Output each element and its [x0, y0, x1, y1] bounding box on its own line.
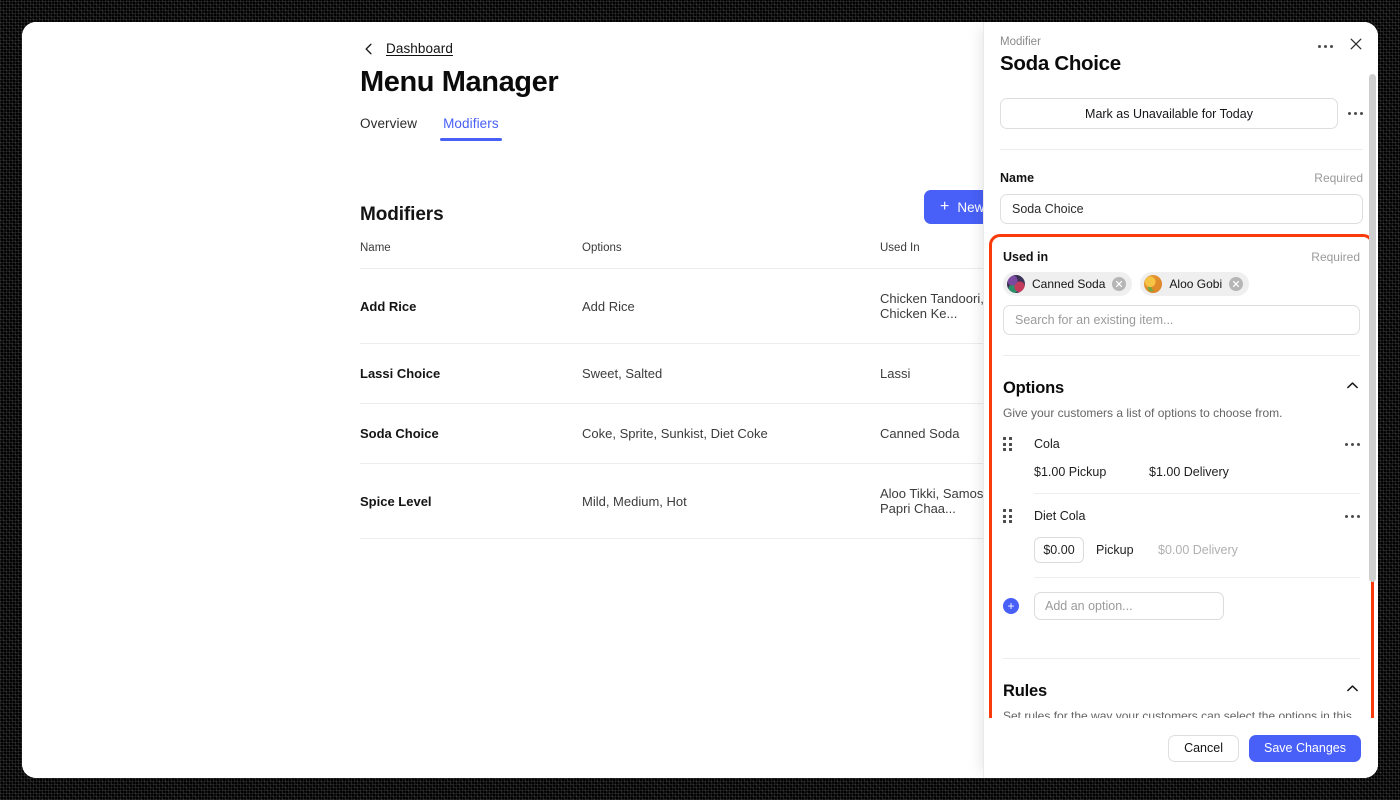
option-pickup-price-input[interactable] [1034, 537, 1084, 564]
panel-title: Soda Choice [1000, 52, 1121, 75]
cell-options: Coke, Sprite, Sunkist, Diet Coke [582, 403, 880, 464]
used-in-chip-label: Aloo Gobi [1169, 277, 1223, 291]
name-input[interactable] [1000, 194, 1363, 224]
cell-name: Add Rice [360, 268, 582, 344]
add-option-plus-icon[interactable]: + [1003, 598, 1019, 615]
availability-more-options-icon[interactable] [1348, 112, 1363, 115]
name-field-label: Name [1000, 171, 1035, 185]
plus-icon: + [940, 198, 950, 215]
used-in-chip[interactable]: Aloo Gobi [1140, 272, 1250, 296]
cell-options: Add Rice [582, 268, 880, 344]
option-price-row: Pickup $0.00 Delivery [1034, 537, 1360, 579]
app-window: Dashboard Menu Manager Overview Modifier… [22, 22, 1378, 778]
used-in-chip[interactable]: Canned Soda [1003, 272, 1133, 296]
chevron-up-icon[interactable] [1345, 681, 1360, 701]
panel-footer: Cancel Save Changes [984, 718, 1378, 778]
column-header-options: Options [582, 242, 622, 254]
tab-bar: Overview Modifiers [360, 116, 502, 141]
panel-scrollbar-thumb[interactable] [1369, 74, 1376, 582]
divider [1003, 658, 1360, 660]
table-row[interactable]: Soda Choice Coke, Sprite, Sunkist, Diet … [360, 403, 1020, 464]
option-name: Cola [1034, 437, 1060, 452]
cell-name: Spice Level [360, 463, 582, 539]
column-header-name: Name [360, 242, 391, 254]
add-option-input[interactable] [1034, 592, 1224, 621]
divider [1003, 355, 1360, 356]
tab-modifiers[interactable]: Modifiers [440, 116, 502, 141]
section-title: Modifiers [360, 204, 444, 225]
option-delivery-price[interactable]: $1.00 Delivery [1149, 465, 1229, 479]
panel-header-actions [1318, 36, 1363, 56]
option-more-options-icon[interactable] [1345, 442, 1360, 446]
option-more-options-icon[interactable] [1345, 514, 1360, 518]
mark-unavailable-button[interactable]: Mark as Unavailable for Today [1000, 98, 1338, 129]
modifier-detail-panel: Modifier Soda Choice Mark as Unavailable… [983, 22, 1378, 778]
name-field-required-badge: Required [1314, 171, 1363, 185]
used-in-required-badge: Required [1311, 250, 1360, 264]
remove-chip-icon[interactable] [1229, 277, 1244, 291]
chevron-left-icon[interactable] [362, 42, 376, 56]
options-section-subtitle: Give your customers a list of options to… [1003, 406, 1283, 420]
table-row[interactable]: Spice Level Mild, Medium, Hot Aloo Tikki… [360, 463, 1020, 539]
cell-options: Mild, Medium, Hot [582, 463, 880, 539]
option-delivery-price[interactable]: $0.00 Delivery [1158, 543, 1238, 557]
rules-section-header: Rules [1003, 681, 1360, 701]
panel-header: Modifier Soda Choice [1000, 22, 1363, 76]
rules-section-title: Rules [1003, 681, 1047, 700]
item-thumbnail-icon [1144, 275, 1163, 293]
used-in-label: Used in [1003, 250, 1049, 264]
drag-handle-icon[interactable] [1003, 437, 1014, 452]
availability-row: Mark as Unavailable for Today [1000, 98, 1363, 129]
panel-more-options-icon[interactable] [1318, 45, 1333, 48]
close-icon[interactable] [1349, 37, 1363, 56]
option-row[interactable]: Cola [1003, 437, 1360, 452]
drag-handle-icon[interactable] [1003, 509, 1014, 524]
option-row[interactable]: Diet Cola [1003, 509, 1360, 524]
modifiers-table: Name Options Used In Add Rice Add Rice C… [360, 242, 1020, 539]
cancel-button[interactable]: Cancel [1168, 734, 1239, 762]
screenshot-frame: Dashboard Menu Manager Overview Modifier… [0, 0, 1400, 800]
panel-scrollbar-track[interactable] [1369, 74, 1376, 690]
tab-overview[interactable]: Overview [360, 116, 417, 141]
chevron-up-icon[interactable] [1345, 378, 1360, 398]
save-changes-button[interactable]: Save Changes [1248, 734, 1361, 762]
option-pickup-label: Pickup [1096, 543, 1134, 558]
used-in-chip-label: Canned Soda [1032, 277, 1106, 291]
remove-chip-icon[interactable] [1112, 277, 1127, 291]
panel-eyebrow: Modifier [1000, 36, 1041, 48]
cell-name: Soda Choice [360, 403, 582, 464]
table-row[interactable]: Lassi Choice Sweet, Salted Lassi [360, 343, 1020, 404]
page-title: Menu Manager [360, 66, 559, 98]
rules-section-subtitle: Set rules for the way your customers can… [1003, 709, 1352, 718]
option-pickup-price[interactable]: $1.00 Pickup [1034, 465, 1149, 479]
panel-scroll-area: Modifier Soda Choice Mark as Unavailable… [984, 22, 1378, 718]
used-in-chip-list: Canned Soda Aloo Gobi [1003, 272, 1360, 296]
options-section-title: Options [1003, 378, 1064, 397]
table-header-row: Name Options Used In [360, 242, 1020, 269]
divider [1000, 149, 1363, 150]
cell-name: Lassi Choice [360, 343, 582, 404]
table-row[interactable]: Add Rice Add Rice Chicken Tandoori, Chic… [360, 268, 1020, 344]
options-section-header: Options [1003, 378, 1360, 398]
used-in-search-input[interactable] [1003, 305, 1360, 335]
name-field-labels: Name Required [1000, 171, 1363, 185]
option-name: Diet Cola [1034, 509, 1086, 524]
cell-options: Sweet, Salted [582, 343, 880, 404]
add-option-row: + [1003, 592, 1360, 621]
breadcrumb[interactable]: Dashboard [362, 41, 453, 56]
used-in-labels: Used in Required [1003, 250, 1360, 264]
item-thumbnail-icon [1007, 275, 1025, 293]
highlight-box: Used in Required Canned Soda Aloo Gobi S… [989, 234, 1374, 718]
option-price-row: $1.00 Pickup $1.00 Delivery [1034, 465, 1360, 495]
new-modifier-button-label: New [957, 199, 985, 215]
breadcrumb-link-dashboard[interactable]: Dashboard [386, 41, 453, 56]
